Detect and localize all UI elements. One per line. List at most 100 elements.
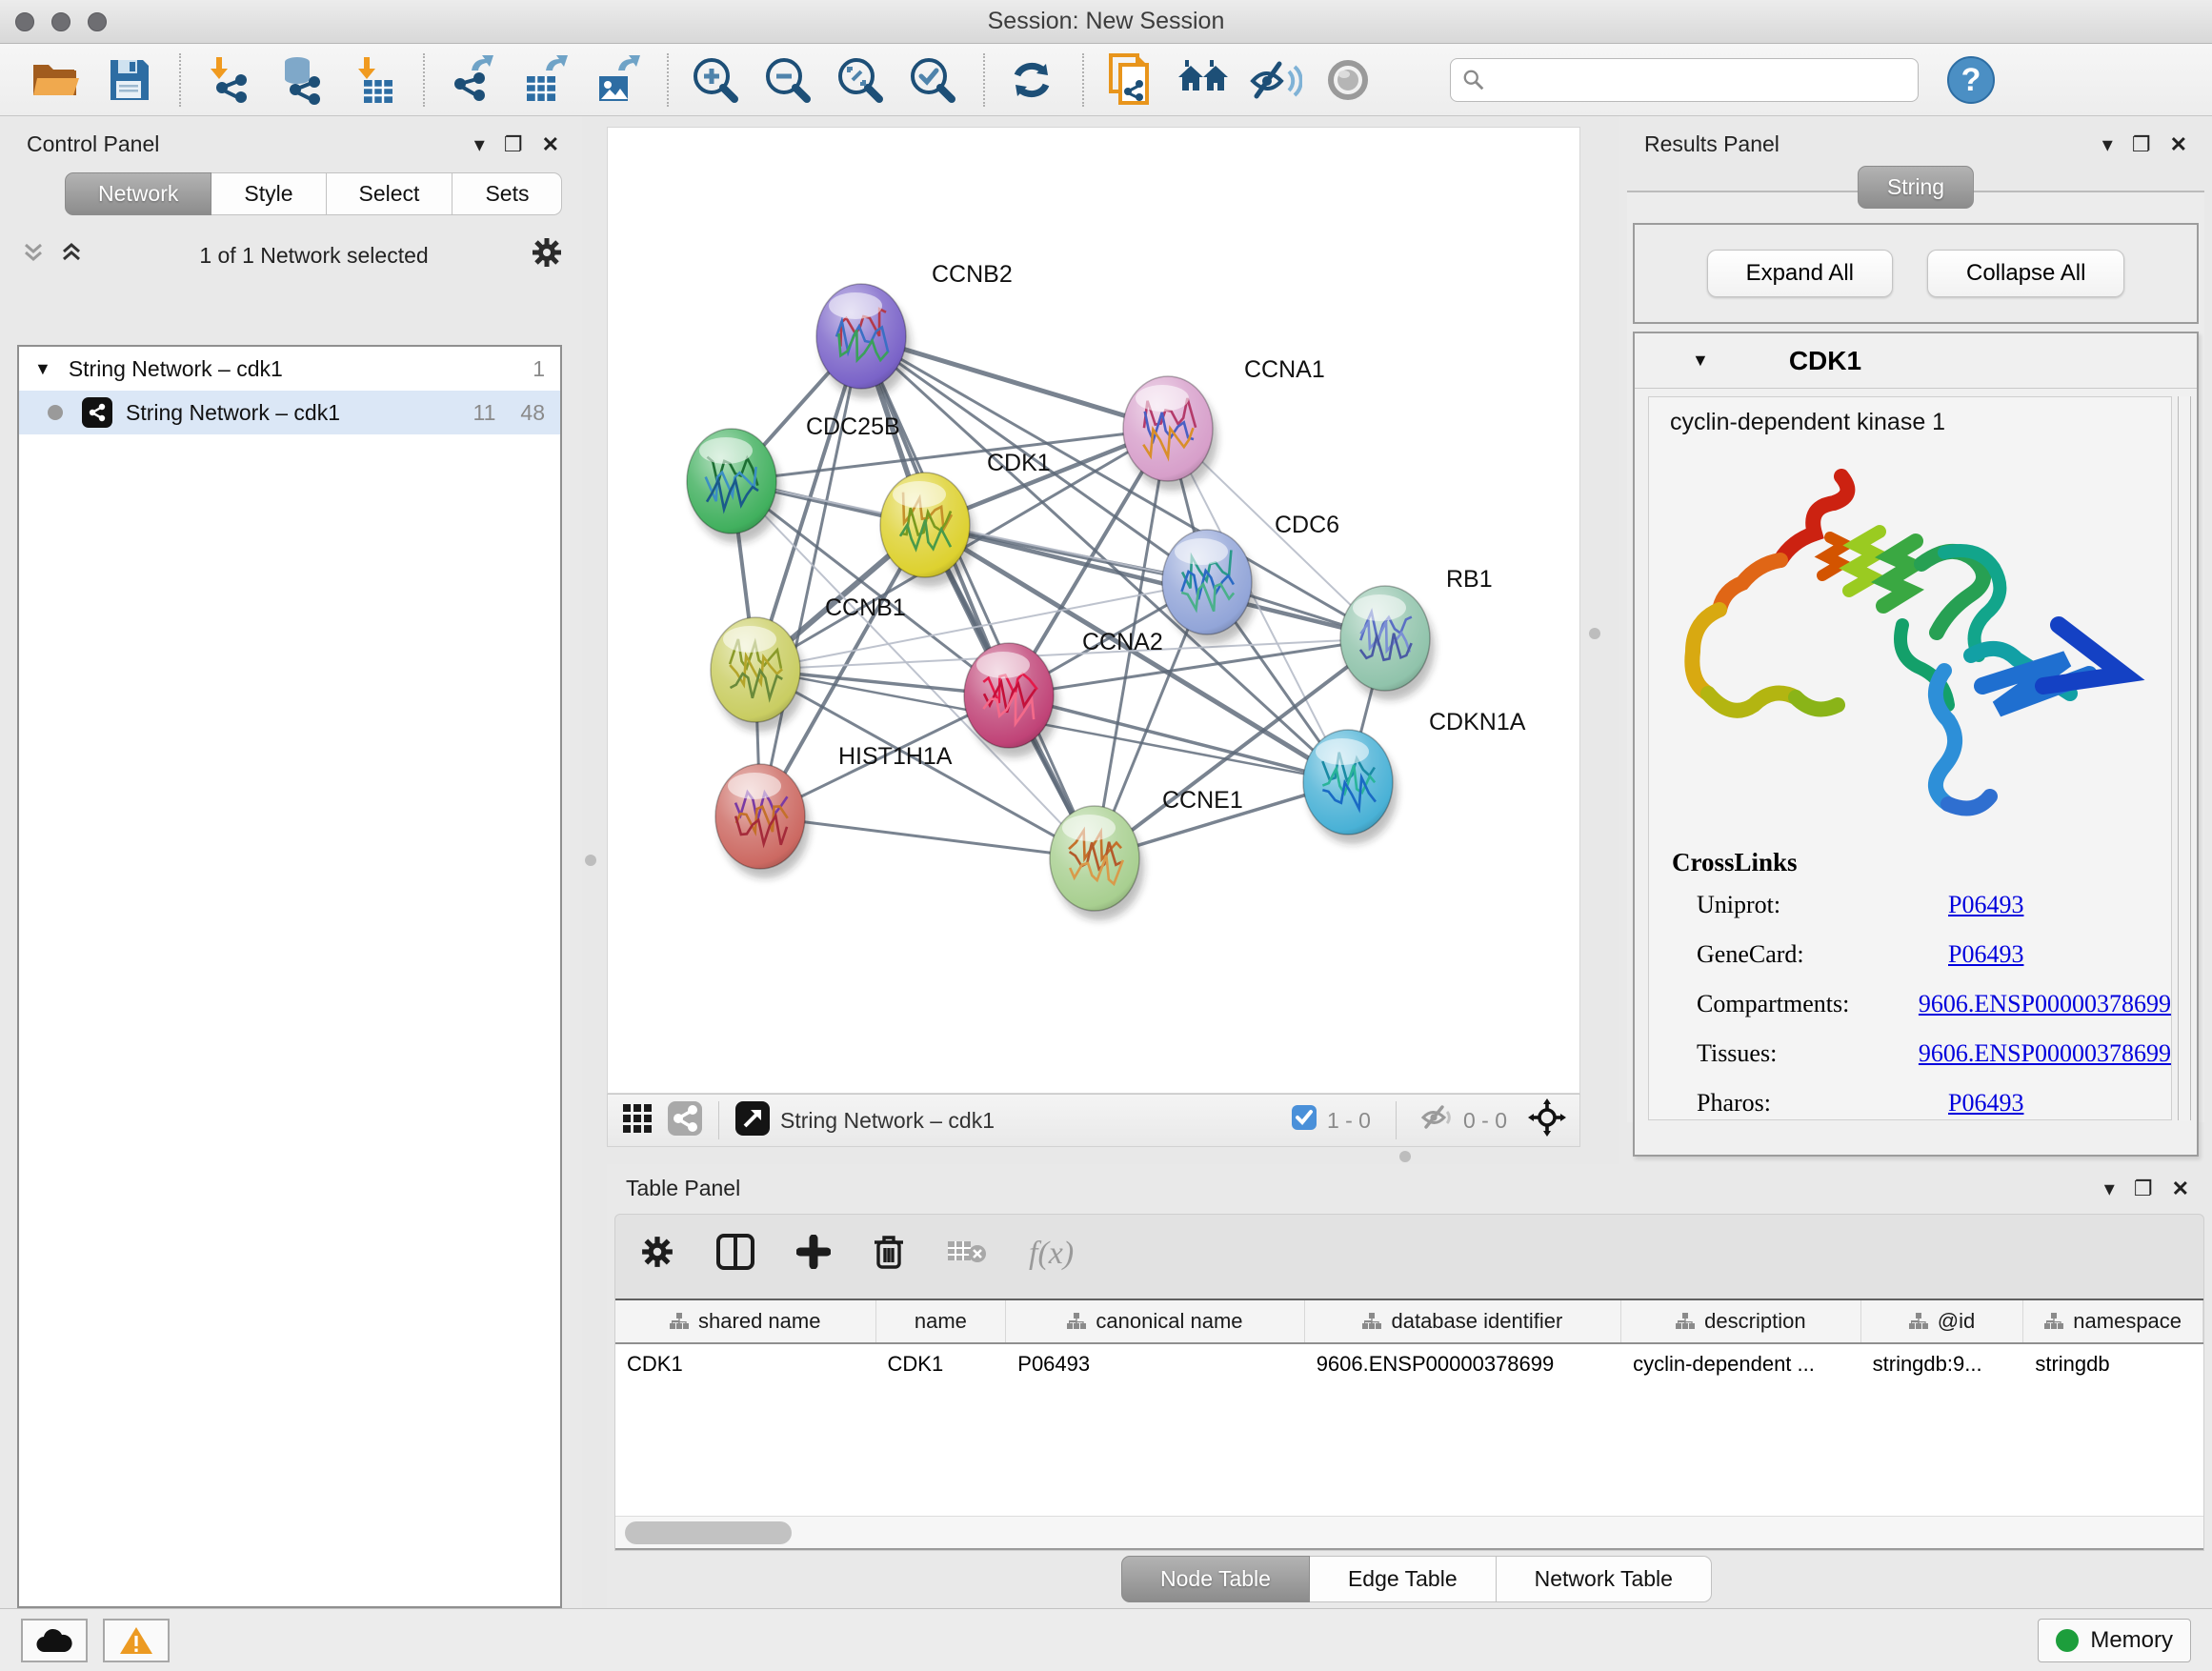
column-header-namespace[interactable]: namespace [2023, 1300, 2203, 1342]
panel-menu-icon[interactable]: ▾ [2104, 1178, 2115, 1199]
column-header-description[interactable]: description [1621, 1300, 1861, 1342]
import-table-icon[interactable] [345, 52, 400, 108]
node-table[interactable]: shared namenamecanonical namedatabase id… [615, 1299, 2203, 1550]
open-in-browser-icon[interactable] [734, 1100, 771, 1141]
panel-close-icon[interactable]: ✕ [2170, 134, 2187, 155]
network-share-toggle-icon[interactable] [667, 1100, 703, 1141]
column-header-database-identifier[interactable]: database identifier [1305, 1300, 1621, 1342]
expand-all-button[interactable]: Expand All [1707, 250, 1893, 297]
expand-all-networks-icon[interactable] [21, 240, 46, 271]
table-row[interactable]: CDK1CDK1P064939606.ENSP00000378699cyclin… [615, 1344, 2203, 1386]
add-column-icon[interactable] [796, 1235, 831, 1274]
zoom-selected-icon[interactable] [905, 52, 960, 108]
collection-expand-icon[interactable]: ▼ [34, 359, 51, 379]
tab-select[interactable]: Select [327, 172, 453, 215]
refresh-icon[interactable] [1004, 52, 1059, 108]
help-icon[interactable]: ? [1943, 52, 1999, 108]
crosslink-link[interactable]: 9606.ENSP00000378699 [1919, 1039, 2171, 1068]
panel-close-icon[interactable]: ✕ [542, 134, 559, 155]
zoom-fit-icon[interactable] [833, 52, 888, 108]
export-network-icon[interactable] [444, 52, 499, 108]
tab-network-table[interactable]: Network Table [1497, 1556, 1712, 1602]
collapse-all-button[interactable]: Collapse All [1927, 250, 2124, 297]
section-expand-icon[interactable]: ▼ [1692, 351, 1709, 371]
clone-network-icon[interactable] [1103, 52, 1158, 108]
table-horizontal-scrollbar[interactable] [615, 1516, 2203, 1548]
tab-style[interactable]: Style [211, 172, 326, 215]
table-cell[interactable]: 9606.ENSP00000378699 [1305, 1344, 1621, 1386]
network-row[interactable]: String Network – cdk1 11 48 [19, 391, 560, 434]
column-header-canonical-name[interactable]: canonical name [1006, 1300, 1304, 1342]
node-CDC6[interactable]: CDC6 [1162, 512, 1339, 644]
hidden-eye-slash-icon[interactable] [1421, 1104, 1454, 1137]
right-splitter-handle[interactable] [1589, 628, 1600, 639]
table-gear-icon[interactable] [640, 1235, 674, 1274]
column-header--id[interactable]: @id [1861, 1300, 2024, 1342]
panel-menu-icon[interactable]: ▾ [2102, 134, 2113, 155]
save-session-icon[interactable] [101, 52, 156, 108]
node-CCNE1[interactable]: CCNE1 [1050, 787, 1243, 920]
home-networks-icon[interactable] [1176, 52, 1231, 108]
hide-unhide-icon[interactable] [1248, 52, 1303, 108]
edge-HIST1H1A-CCNE1[interactable] [760, 816, 1095, 858]
delete-column-trash-icon[interactable] [873, 1234, 905, 1275]
collapse-all-networks-icon[interactable] [59, 240, 84, 271]
fit-selected-move-icon[interactable] [1528, 1098, 1566, 1142]
node-CDKN1A[interactable]: CDKN1A [1303, 709, 1526, 844]
tab-node-table[interactable]: Node Table [1121, 1556, 1310, 1602]
panel-float-icon[interactable]: ❐ [504, 134, 523, 155]
node-CCNB2[interactable]: CCNB2 [816, 261, 1013, 398]
open-session-icon[interactable] [29, 52, 84, 108]
zoom-in-icon[interactable] [688, 52, 743, 108]
crosslink-link[interactable]: P06493 [1948, 1089, 2023, 1117]
left-splitter-handle[interactable] [585, 855, 596, 866]
export-image-icon[interactable] [589, 52, 644, 108]
protein-section-header[interactable]: ▼ CDK1 [1635, 333, 2197, 389]
edge-CDK1-RB1[interactable] [925, 525, 1385, 638]
panel-close-icon[interactable]: ✕ [2172, 1178, 2189, 1199]
cloud-status-button[interactable] [21, 1619, 88, 1662]
network-options-gear-icon[interactable] [531, 236, 563, 274]
panel-menu-icon[interactable]: ▾ [474, 134, 485, 155]
import-network-file-icon[interactable] [200, 52, 255, 108]
panel-float-icon[interactable]: ❐ [2132, 134, 2151, 155]
scrollbar-thumb[interactable] [625, 1521, 792, 1544]
node-HIST1H1A[interactable]: HIST1H1A [715, 743, 953, 878]
crosslink-link[interactable]: P06493 [1948, 940, 2023, 969]
memory-button[interactable]: Memory [2038, 1619, 2191, 1662]
search-input[interactable] [1495, 68, 1906, 92]
warning-status-button[interactable] [103, 1619, 170, 1662]
node-RB1[interactable]: RB1 [1340, 566, 1493, 700]
table-cell[interactable]: P06493 [1006, 1344, 1304, 1386]
tab-edge-table[interactable]: Edge Table [1310, 1556, 1497, 1602]
bottom-splitter-handle[interactable] [1399, 1151, 1411, 1162]
results-vertical-scrollbar[interactable] [2178, 396, 2191, 1120]
export-table-icon[interactable] [516, 52, 572, 108]
node-CDC25B[interactable]: CDC25B [687, 413, 900, 543]
panel-float-icon[interactable]: ❐ [2134, 1178, 2153, 1199]
table-cell[interactable]: cyclin-dependent ... [1621, 1344, 1861, 1386]
table-cell[interactable]: CDK1 [615, 1344, 876, 1386]
birdseye-grid-icon[interactable] [621, 1102, 654, 1139]
table-cell[interactable]: stringdb [2023, 1344, 2203, 1386]
crosslink-link[interactable]: P06493 [1948, 891, 2023, 919]
selected-nodes-checkbox-icon[interactable] [1291, 1104, 1317, 1137]
tab-sets[interactable]: Sets [452, 172, 562, 215]
tab-network[interactable]: Network [65, 172, 211, 215]
node-CCNA2[interactable]: CCNA2 [964, 629, 1163, 757]
network-graph[interactable]: CCNB2CCNA1CDC25BCDK1CDC6RB1CCNB1CCNA2CDK… [608, 128, 1581, 1095]
column-header-shared-name[interactable]: shared name [615, 1300, 876, 1342]
protein-description: cyclin-dependent kinase 1 [1649, 397, 2171, 442]
zoom-out-icon[interactable] [760, 52, 815, 108]
network-collection-row[interactable]: ▼ String Network – cdk1 1 [19, 347, 560, 391]
node-CCNA1[interactable]: CCNA1 [1123, 356, 1325, 491]
network-canvas[interactable]: CCNB2CCNA1CDC25BCDK1CDC6RB1CCNB1CCNA2CDK… [607, 127, 1580, 1094]
toolbar-search[interactable] [1450, 58, 1919, 102]
results-tab-string[interactable]: String [1858, 166, 1974, 209]
table-cell[interactable]: CDK1 [876, 1344, 1007, 1386]
import-network-database-icon[interactable] [272, 52, 328, 108]
show-columns-icon[interactable] [716, 1234, 754, 1275]
table-cell[interactable]: stringdb:9... [1861, 1344, 2024, 1386]
column-header-name[interactable]: name [876, 1300, 1007, 1342]
crosslink-link[interactable]: 9606.ENSP00000378699 [1919, 990, 2171, 1018]
